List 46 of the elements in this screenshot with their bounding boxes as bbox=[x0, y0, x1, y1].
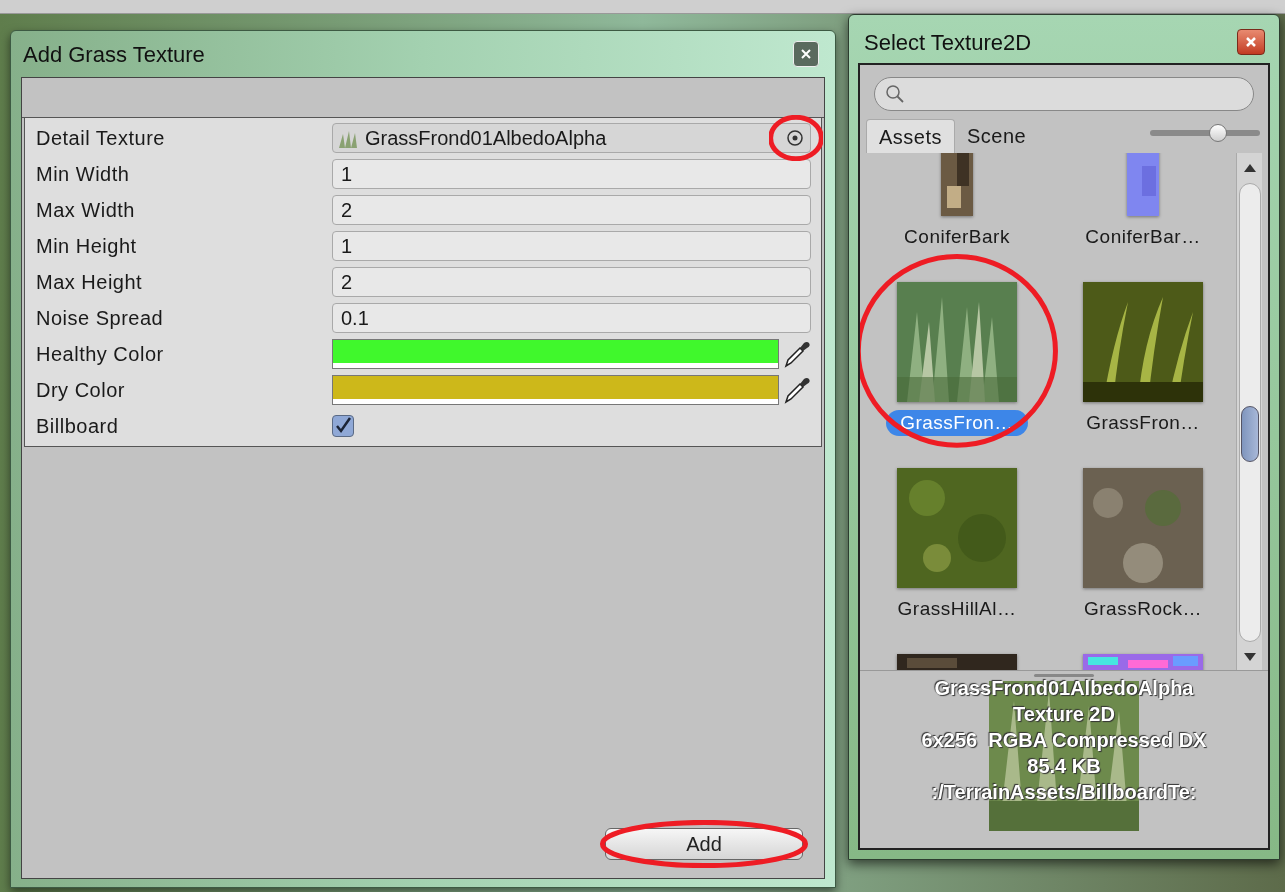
search-icon bbox=[885, 84, 905, 104]
tab[interactable]: Assets bbox=[866, 119, 956, 153]
preview-info-text: 85.4 KB bbox=[1027, 754, 1101, 779]
close-icon bbox=[1246, 37, 1256, 47]
checkmark-icon bbox=[334, 417, 352, 435]
down-arrow-icon[interactable] bbox=[1242, 652, 1257, 662]
property-label: Healthy Color bbox=[36, 342, 165, 367]
property-label: Dry Color bbox=[36, 378, 126, 403]
asset-name[interactable]: GrassHillAl… bbox=[883, 596, 1031, 622]
eyedropper-icon[interactable] bbox=[783, 375, 811, 405]
number-field[interactable]: 2 bbox=[332, 195, 811, 225]
preview-info-text: Texture 2D bbox=[1013, 702, 1115, 727]
eyedropper-icon[interactable] bbox=[783, 339, 811, 369]
close-icon bbox=[801, 49, 811, 59]
property-label: Billboard bbox=[36, 414, 120, 439]
scroll-thumb[interactable] bbox=[1240, 406, 1259, 462]
object-field[interactable]: GrassFrond01AlbedoAlpha bbox=[332, 123, 811, 153]
color-field[interactable] bbox=[332, 339, 779, 369]
color-field[interactable] bbox=[332, 375, 779, 405]
property-label: Min Height bbox=[36, 234, 138, 259]
window-title: Add Grass Texture bbox=[23, 40, 205, 69]
checkbox[interactable] bbox=[332, 415, 354, 437]
preview-info-text: :/TerrainAssets/BillboardTe: bbox=[931, 780, 1197, 805]
zoom-slider[interactable] bbox=[1150, 123, 1260, 143]
property-label: Detail Texture bbox=[36, 126, 166, 151]
number-field[interactable]: 2 bbox=[332, 267, 811, 297]
property-label: Max Width bbox=[36, 198, 136, 223]
property-label: Noise Spread bbox=[36, 306, 165, 331]
window-title: Select Texture2D bbox=[864, 28, 1032, 57]
asset-name[interactable]: GrassRock… bbox=[1070, 596, 1216, 622]
property-label: Min Width bbox=[36, 162, 131, 187]
asset-name[interactable]: GrassFron… bbox=[1072, 410, 1214, 436]
asset-name[interactable]: GrassFron… bbox=[886, 410, 1028, 436]
tab[interactable]: Scene bbox=[955, 119, 1039, 153]
asset-name[interactable]: ConiferBar… bbox=[1071, 224, 1215, 250]
property-label: Max Height bbox=[36, 270, 144, 295]
target-icon[interactable] bbox=[786, 129, 804, 147]
search-field[interactable] bbox=[874, 77, 1254, 111]
up-arrow-icon[interactable] bbox=[1242, 163, 1257, 173]
number-field[interactable]: 1 bbox=[332, 159, 811, 189]
number-field[interactable]: 0.1 bbox=[332, 303, 811, 333]
close-button[interactable] bbox=[1237, 29, 1265, 55]
number-field[interactable]: 1 bbox=[332, 231, 811, 261]
asset-name[interactable]: ConiferBark bbox=[890, 224, 1024, 250]
scrollbar[interactable] bbox=[1236, 153, 1262, 670]
field-value: GrassFrond01AlbedoAlpha bbox=[365, 126, 607, 151]
